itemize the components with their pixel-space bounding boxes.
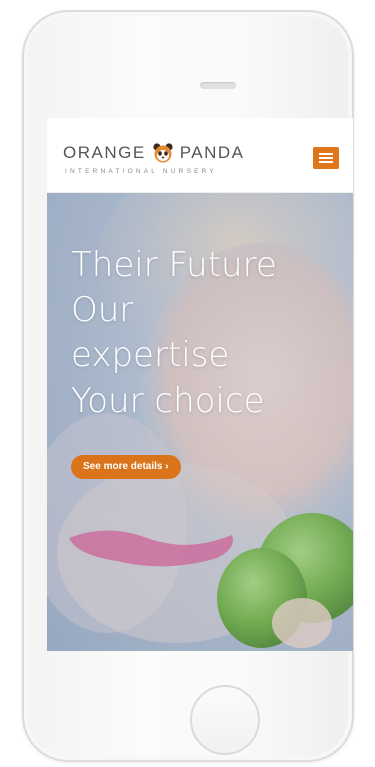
headline-line-4: Your choice	[71, 380, 265, 421]
logo-tagline: INTERNATIONAL NURSERY	[65, 168, 217, 175]
logo-word-panda: PANDA	[179, 143, 245, 162]
headline-line-3: expertise	[71, 335, 230, 376]
headline-line-1: Their Future	[71, 245, 277, 285]
logo-wordmark: ORANGE PANDA	[63, 142, 293, 164]
phone-home-button	[190, 685, 260, 755]
orange-panda-logo[interactable]: ORANGE PANDA INTERNATIONAL NURSERY	[63, 142, 293, 182]
logo-word-orange: ORANGE	[63, 143, 146, 162]
phone-screen: ORANGE PANDA INTERNATIONAL NURSERY Their…	[47, 118, 353, 651]
mockup-page: ORANGE PANDA INTERNATIONAL NURSERY Their…	[0, 0, 375, 767]
phone-speaker	[200, 82, 236, 89]
hero-banner: Their Future Our expertise Your choice S…	[47, 193, 353, 651]
headline-line-2: Our	[71, 290, 134, 331]
hero-headline: Their Future Our expertise Your choice	[71, 243, 341, 424]
site-header: ORANGE PANDA INTERNATIONAL NURSERY	[47, 118, 353, 193]
panda-icon	[153, 143, 173, 163]
hamburger-menu-icon[interactable]	[313, 147, 339, 169]
see-more-details-button[interactable]: See more details ›	[71, 455, 181, 479]
